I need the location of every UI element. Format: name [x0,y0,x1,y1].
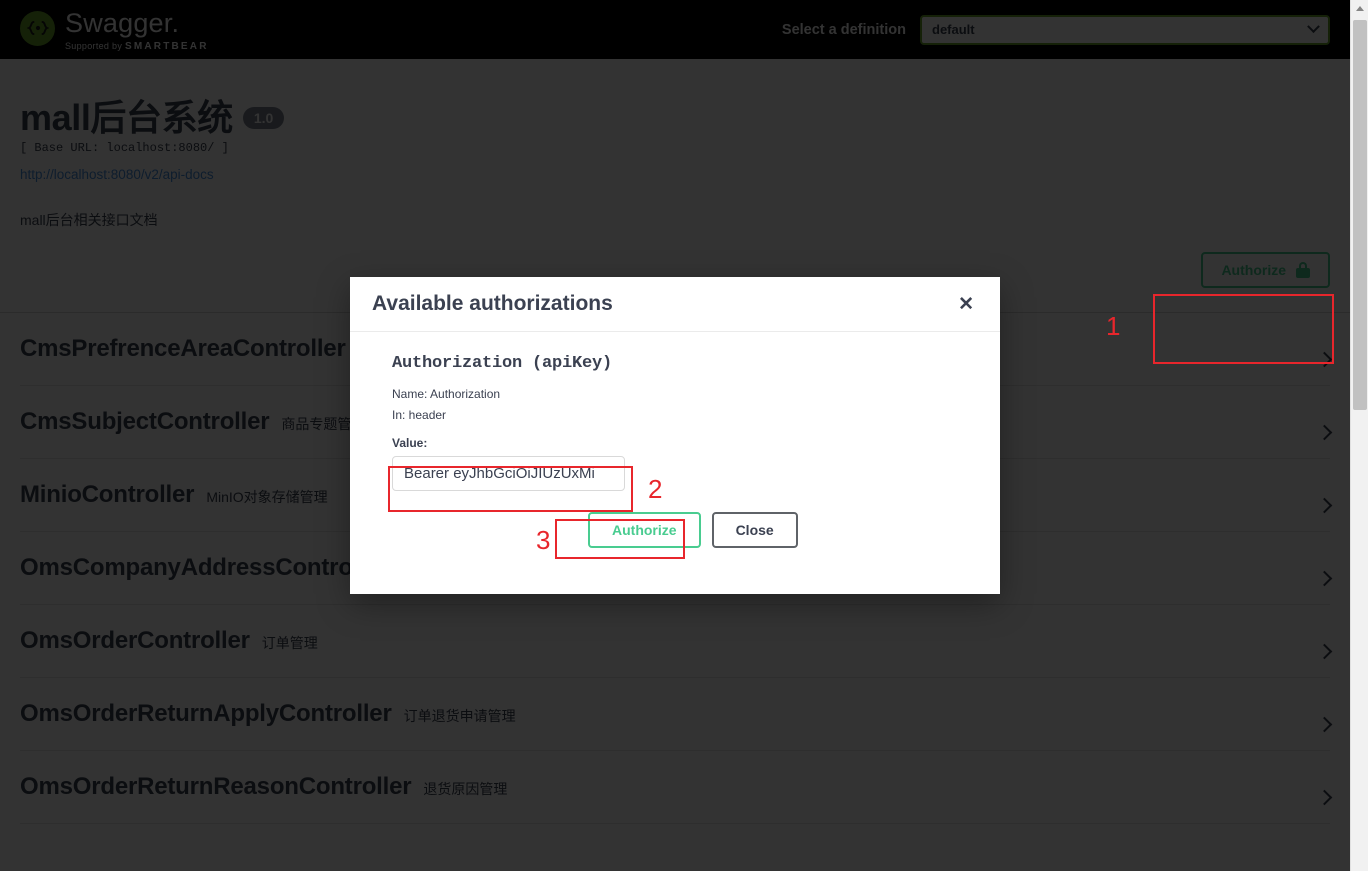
scrollbar-thumb[interactable] [1353,20,1367,410]
modal-title: Available authorizations [372,292,613,315]
annotation-number-2: 2 [648,474,663,504]
close-icon[interactable]: ✕ [954,293,978,316]
annotation-number-3: 3 [536,525,551,555]
swagger-ui-page: Swagger. Supported by SMARTBEAR Select a… [0,0,1368,871]
vertical-scrollbar[interactable] [1350,0,1368,871]
auth-scheme-title: Authorization (apiKey) [392,354,613,373]
value-label: Value: [392,436,428,450]
modal-authorize-button[interactable]: Authorize [588,512,701,548]
auth-name-line: Name: Authorization [392,387,501,401]
value-field-wrap [392,456,958,491]
available-authorizations-modal: Available authorizations ✕ Authorization… [350,277,1000,594]
modal-body: Authorization (apiKey) Name: Authorizati… [350,332,1000,548]
authorization-value-input[interactable] [392,456,625,491]
modal-header: Available authorizations ✕ [350,277,1000,332]
scroll-up-arrow-icon[interactable] [1351,0,1368,17]
auth-in-line: In: header [392,408,447,422]
modal-button-row: Authorize Close [588,512,958,548]
modal-close-button[interactable]: Close [711,512,798,548]
annotation-number-1: 1 [1106,311,1121,341]
